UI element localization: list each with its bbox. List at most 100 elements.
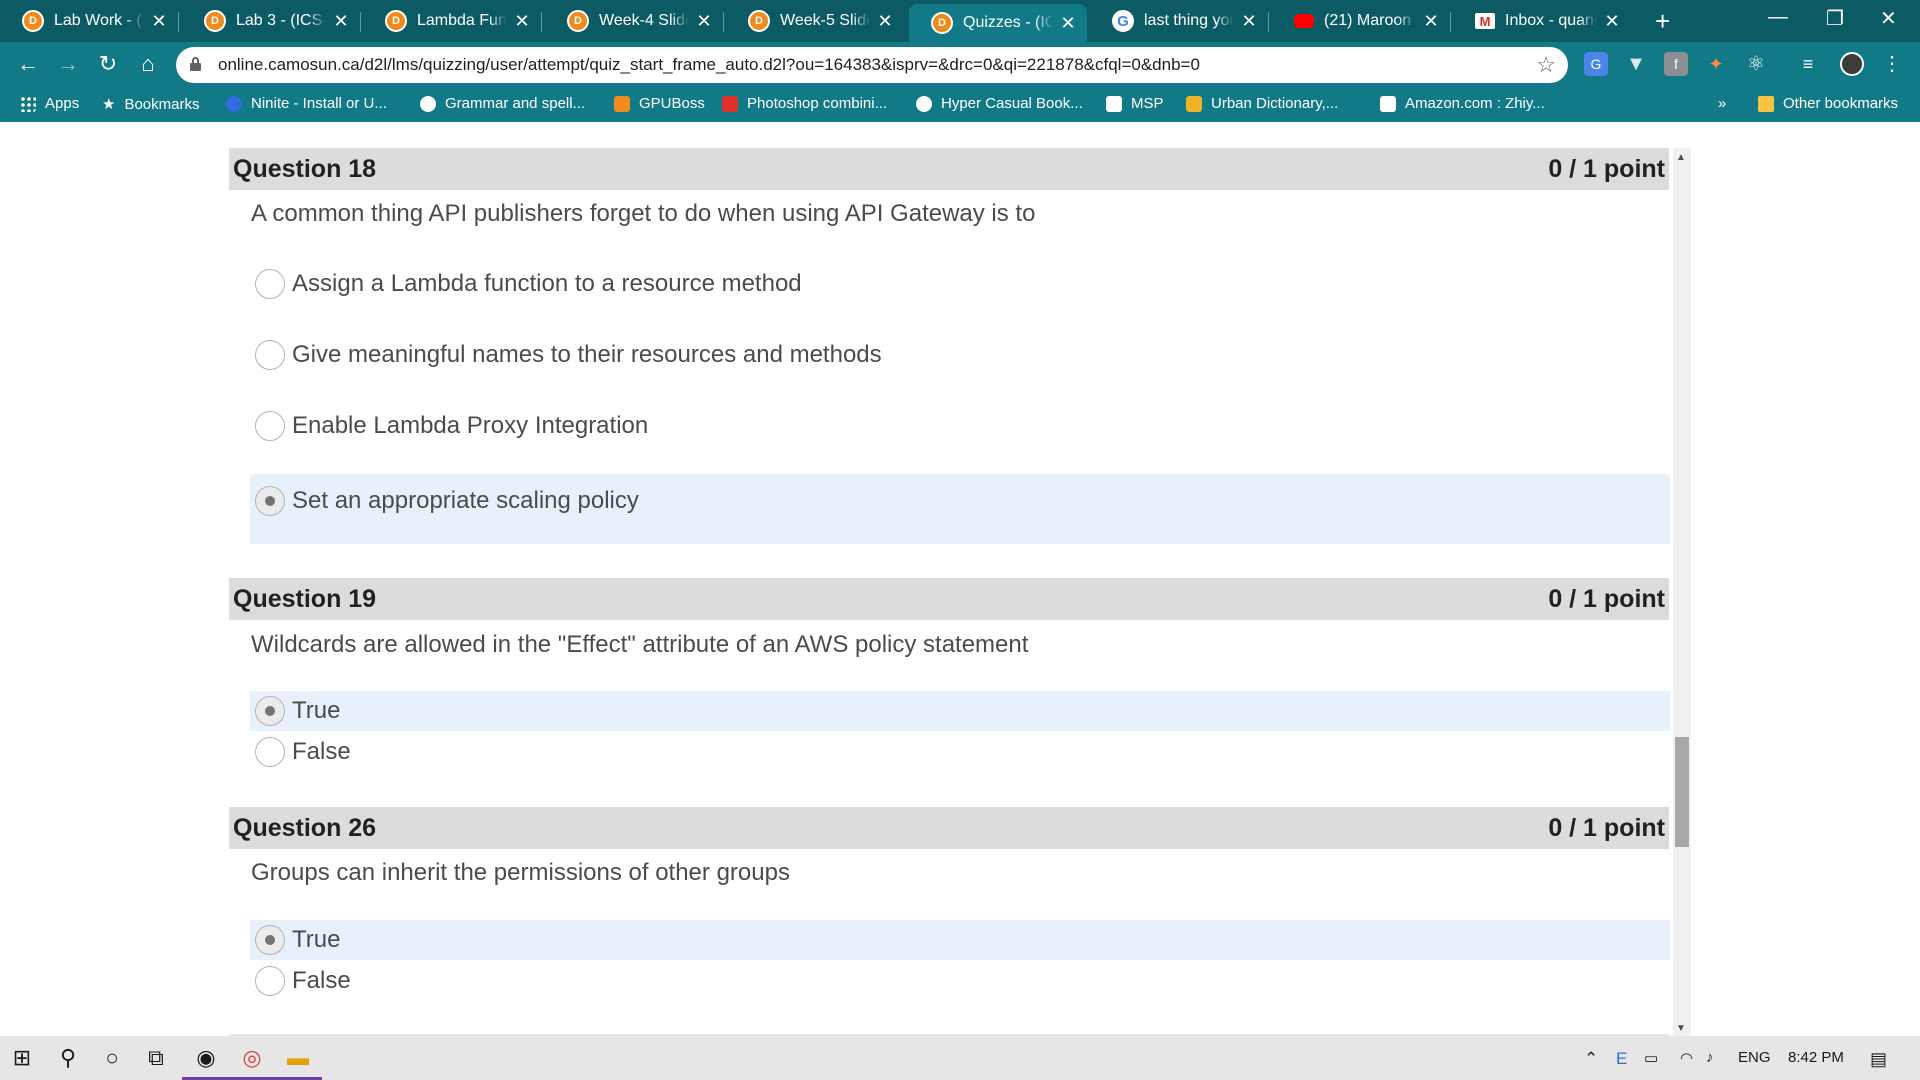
bookmark-star-icon[interactable]: ☆ bbox=[1536, 52, 1556, 78]
other-bookmarks-folder[interactable]: Other bookmarks bbox=[1758, 95, 1898, 112]
option-label: Enable Lambda Proxy Integration bbox=[292, 412, 649, 439]
bookmark-msp[interactable]: MSP bbox=[1106, 95, 1164, 112]
tab-divider bbox=[723, 12, 724, 32]
battery-icon[interactable]: ▭ bbox=[1644, 1049, 1658, 1067]
close-tab-icon[interactable]: ✕ bbox=[1422, 11, 1440, 32]
star-icon: ★ bbox=[102, 96, 116, 113]
close-tab-icon[interactable]: ✕ bbox=[1603, 11, 1621, 32]
file-explorer-icon[interactable]: ▬ bbox=[274, 1045, 322, 1080]
tray-app-icon[interactable]: E bbox=[1616, 1049, 1627, 1069]
wifi-icon[interactable]: ◠ bbox=[1680, 1049, 1693, 1067]
radio-button[interactable] bbox=[255, 269, 285, 299]
windows-taskbar: ⊞ ⚲ ○ ⧉ ◉ ◎ ▬ ⌃ E ▭ ◠ ♪ ENG 8:42 PM ▤ bbox=[0, 1036, 1920, 1080]
url-text[interactable]: online.camosun.ca/d2l/lms/quizzing/user/… bbox=[218, 55, 1200, 75]
bookmark-photoshop[interactable]: Photoshop combini... bbox=[722, 95, 887, 112]
browser-tab[interactable]: D Lab 3 - (ICS-2150 ✕ bbox=[182, 4, 361, 38]
answer-option-selected[interactable]: True bbox=[250, 920, 1670, 960]
show-hidden-icons-icon[interactable]: ⌃ bbox=[1584, 1049, 1598, 1069]
browser-tab[interactable]: D Week-4 Slides ✕ bbox=[545, 4, 724, 38]
answer-option[interactable]: False bbox=[250, 732, 1670, 772]
browser-toolbar: ← → ↻ ⌂ online.camosun.ca/d2l/lms/quizzi… bbox=[0, 42, 1920, 88]
browser-tab[interactable]: D Lambda Functions ✕ bbox=[363, 4, 542, 38]
forward-arrow-icon[interactable]: → bbox=[54, 51, 82, 77]
radio-button[interactable] bbox=[255, 737, 285, 767]
answer-option-selected[interactable]: True bbox=[250, 691, 1670, 731]
browser-tab-active[interactable]: D Quizzes - (ICS-2150 ✕ bbox=[909, 4, 1087, 42]
close-tab-icon[interactable]: ✕ bbox=[1240, 11, 1258, 32]
react-extension-icon[interactable]: ⚛ bbox=[1744, 52, 1768, 76]
address-bar[interactable]: online.camosun.ca/d2l/lms/quizzing/user/… bbox=[176, 47, 1568, 83]
language-indicator[interactable]: ENG bbox=[1738, 1049, 1771, 1066]
bookmark-label: Grammar and spell... bbox=[445, 95, 586, 112]
tab-title: Lab 3 - (ICS-2150 bbox=[236, 12, 326, 29]
radio-button-checked[interactable] bbox=[255, 486, 285, 516]
question-score: 0 / 1 point bbox=[1548, 585, 1665, 613]
d2l-icon: D bbox=[567, 10, 589, 32]
clock[interactable]: 8:42 PM bbox=[1788, 1049, 1844, 1066]
bookmark-apps[interactable]: Apps bbox=[20, 95, 79, 112]
bookmark-amazon[interactable]: Amazon.com : Zhiy... bbox=[1380, 95, 1545, 112]
close-tab-icon[interactable]: ✕ bbox=[876, 11, 894, 32]
lock-icon bbox=[190, 57, 201, 71]
cortana-icon[interactable]: ○ bbox=[94, 1045, 130, 1071]
new-tab-button[interactable]: + bbox=[1655, 6, 1670, 37]
close-tab-icon[interactable]: ✕ bbox=[1059, 13, 1077, 34]
radio-button[interactable] bbox=[255, 966, 285, 996]
page-scrollbar[interactable]: ▲ ▼ bbox=[1673, 148, 1691, 1036]
search-icon[interactable]: ⚲ bbox=[50, 1045, 86, 1071]
back-arrow-icon[interactable]: ← bbox=[14, 51, 42, 77]
bookmark-gpuboss[interactable]: GPUBoss bbox=[614, 95, 705, 112]
radio-button[interactable] bbox=[255, 340, 285, 370]
bookmark-bookmarks[interactable]: ★ Bookmarks bbox=[102, 95, 199, 114]
chrome-icon[interactable]: ◎ bbox=[228, 1045, 276, 1080]
scroll-up-arrow-icon[interactable]: ▲ bbox=[1676, 152, 1686, 163]
question-text: Wildcards are allowed in the "Effect" at… bbox=[251, 631, 1029, 658]
close-window-icon[interactable]: ✕ bbox=[1880, 6, 1897, 31]
avatar[interactable] bbox=[1840, 52, 1864, 76]
reload-icon[interactable]: ↻ bbox=[94, 51, 122, 77]
media-control-icon[interactable]: ≡ bbox=[1796, 52, 1820, 76]
windows-start-icon[interactable]: ⊞ bbox=[4, 1045, 40, 1071]
radio-button-checked[interactable] bbox=[255, 696, 285, 726]
bookmark-grammar[interactable]: Grammar and spell... bbox=[420, 95, 585, 112]
question-title: Question 18 bbox=[233, 155, 377, 183]
bookmark-urban-dictionary[interactable]: Urban Dictionary,... bbox=[1186, 95, 1338, 112]
task-view-icon[interactable]: ⧉ bbox=[138, 1045, 174, 1071]
home-icon[interactable]: ⌂ bbox=[134, 51, 162, 77]
steam-icon[interactable]: ◉ bbox=[182, 1045, 230, 1080]
close-tab-icon[interactable]: ✕ bbox=[332, 11, 350, 32]
option-label: Set an appropriate scaling policy bbox=[292, 487, 639, 514]
radio-button[interactable] bbox=[255, 411, 285, 441]
close-tab-icon[interactable]: ✕ bbox=[513, 11, 531, 32]
more-bookmarks-button[interactable]: » bbox=[1718, 95, 1726, 112]
close-tab-icon[interactable]: ✕ bbox=[150, 11, 168, 32]
menu-kebab-icon[interactable]: ⋮ bbox=[1880, 52, 1904, 76]
answer-option[interactable]: False bbox=[250, 961, 1670, 1001]
folder-icon bbox=[1758, 95, 1774, 112]
browser-tab[interactable]: D Lab Work - (ICS-2150 ✕ bbox=[0, 4, 179, 38]
minimize-icon[interactable]: — bbox=[1768, 6, 1788, 29]
browser-tab[interactable]: G last thing you do ✕ bbox=[1090, 4, 1269, 38]
msp-icon bbox=[1106, 95, 1122, 112]
answer-option-selected[interactable]: Set an appropriate scaling policy bbox=[250, 474, 1670, 544]
browser-tab[interactable]: M Inbox - quanghuy ✕ bbox=[1453, 4, 1631, 38]
translate-extension-icon[interactable]: G bbox=[1584, 52, 1608, 76]
browser-tab[interactable]: (21) Maroon ✕ bbox=[1272, 4, 1451, 38]
radio-button-checked[interactable] bbox=[255, 925, 285, 955]
answer-option[interactable]: Assign a Lambda function to a resource m… bbox=[250, 254, 1670, 314]
bookmark-hyper-casual[interactable]: Hyper Casual Book... bbox=[916, 95, 1083, 112]
scrollbar-thumb[interactable] bbox=[1675, 737, 1689, 847]
option-label: False bbox=[292, 738, 351, 765]
share-extension-icon[interactable]: ✦ bbox=[1704, 52, 1728, 76]
answer-option[interactable]: Enable Lambda Proxy Integration bbox=[250, 396, 1670, 456]
browser-tab[interactable]: D Week-5 Slides ✕ bbox=[726, 4, 904, 38]
volume-icon[interactable]: ♪ bbox=[1706, 1049, 1714, 1066]
restore-icon[interactable]: ❐ bbox=[1826, 6, 1844, 31]
answer-option[interactable]: Give meaningful names to their resources… bbox=[250, 325, 1670, 385]
scroll-down-arrow-icon[interactable]: ▼ bbox=[1676, 1023, 1686, 1034]
notifications-icon[interactable]: ▤ bbox=[1870, 1049, 1887, 1070]
vimeo-extension-icon[interactable]: ▼ bbox=[1624, 52, 1648, 76]
facebook-extension-icon[interactable]: f bbox=[1664, 52, 1688, 76]
bookmark-ninite[interactable]: Ninite - Install or U... bbox=[226, 95, 387, 112]
close-tab-icon[interactable]: ✕ bbox=[695, 11, 713, 32]
